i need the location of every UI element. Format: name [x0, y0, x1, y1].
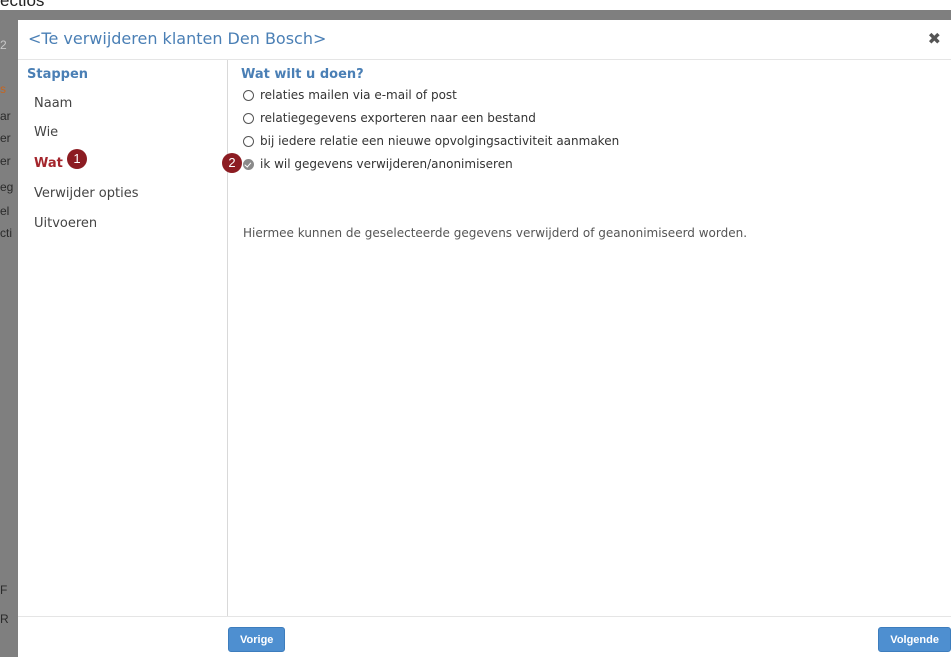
- background-fragment: el: [0, 204, 10, 218]
- option-description: Hiermee kunnen de geselecteerde gegevens…: [243, 226, 748, 240]
- option-label: relatiegegevens exporteren naar een best…: [260, 111, 536, 125]
- background-fragment: eg: [0, 180, 14, 194]
- question-heading: Wat wilt u doen?: [241, 67, 364, 82]
- option-label: bij iedere relatie een nieuwe opvolgings…: [260, 134, 620, 148]
- dialog-header: <Te verwijderen klanten Den Bosch> ✖: [18, 20, 951, 60]
- background-fragment: s: [0, 82, 6, 96]
- dialog-title: <Te verwijderen klanten Den Bosch>: [28, 29, 327, 48]
- background-fragment: F: [0, 583, 8, 597]
- step-wat[interactable]: Wat: [34, 156, 63, 171]
- close-icon[interactable]: ✖: [928, 29, 941, 48]
- radio-checked-icon[interactable]: [243, 158, 254, 170]
- step-verwijder-opties[interactable]: Verwijder opties: [34, 186, 139, 201]
- radio-unchecked-icon[interactable]: [243, 135, 254, 147]
- background-fragment: ar: [0, 109, 11, 123]
- wizard-dialog: <Te verwijderen klanten Den Bosch> ✖ Sta…: [18, 20, 951, 657]
- dialog-footer: Vorige Volgende: [18, 616, 951, 657]
- annotation-badge-2: 2: [222, 153, 242, 173]
- background-fragment: R: [0, 612, 9, 626]
- option-label: ik wil gegevens verwijderen/anonimiseren: [260, 157, 513, 171]
- step-uitvoeren[interactable]: Uitvoeren: [34, 216, 97, 231]
- steps-heading: Stappen: [27, 67, 89, 82]
- step-wie[interactable]: Wie: [34, 125, 58, 140]
- background-fragment: er: [0, 154, 11, 168]
- step-content: Wat wilt u doen? relaties mailen via e-m…: [222, 60, 951, 616]
- background-fragment: er: [0, 131, 11, 145]
- radio-unchecked-icon[interactable]: [243, 89, 254, 101]
- background-fragment: 2: [0, 38, 7, 52]
- option-label: relaties mailen via e-mail of post: [260, 88, 457, 102]
- option-verwijderen-anonimiseren[interactable]: ik wil gegevens verwijderen/anonimiseren: [243, 155, 513, 173]
- option-mail-relaties[interactable]: relaties mailen via e-mail of post: [243, 86, 457, 104]
- radio-unchecked-icon[interactable]: [243, 112, 254, 124]
- option-export-relaties[interactable]: relatiegegevens exporteren naar een best…: [243, 109, 536, 127]
- previous-button[interactable]: Vorige: [228, 627, 286, 652]
- step-naam[interactable]: Naam: [34, 96, 72, 111]
- steps-sidebar: Stappen Naam Wie Wat 1 Verwijder opties …: [18, 60, 228, 616]
- background-fragment: cti: [0, 226, 12, 240]
- option-opvolgingsactiviteit[interactable]: bij iedere relatie een nieuwe opvolgings…: [243, 132, 619, 150]
- next-button[interactable]: Volgende: [878, 627, 951, 652]
- annotation-badge-1: 1: [67, 149, 87, 169]
